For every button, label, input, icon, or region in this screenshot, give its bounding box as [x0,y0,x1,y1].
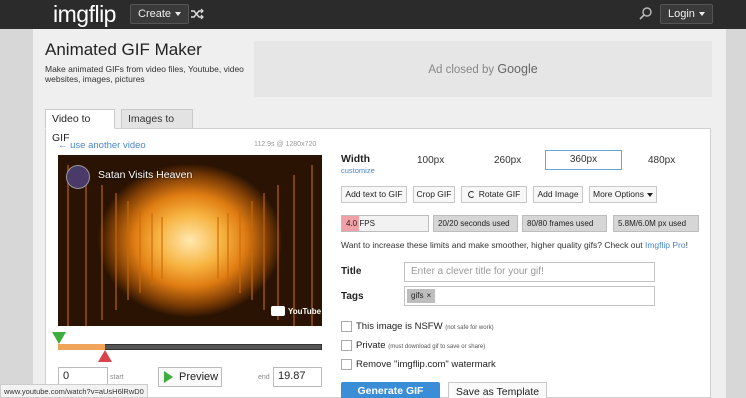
width-option-260[interactable]: 260px [494,155,521,166]
crop-button[interactable]: Crop GIF [413,186,455,203]
create-label: Create [138,8,172,20]
rotate-icon [467,191,475,198]
chevron-down-icon [698,12,705,17]
size-meter: 5.8M/6.0M px used [613,215,699,232]
nsfw-note: (not safe for work) [445,325,494,331]
video-meta: 112.9s @ 1280x720 [254,141,317,148]
browser-status-url: www.youtube.com/watch?v=aUsH6lRwD0 [0,384,148,398]
fps-label: 4.0 FPS [346,219,375,228]
add-text-button[interactable]: Add text to GIF [341,186,407,203]
imgflip-pro-link[interactable]: Imgflip Pro [645,240,686,250]
video-player[interactable]: Satan Visits Heaven YouTube [58,155,322,326]
end-marker-handle[interactable] [98,350,112,362]
tag-chip: gifs × [407,289,436,303]
tab-images-to-gif[interactable]: Images to GIF [121,109,193,144]
upsell-text: Want to increase these limits and make s… [341,240,688,250]
upsell-body: Want to increase these limits and make s… [341,240,645,250]
private-label: Private (must download gif to save or sh… [356,340,485,351]
google-label: Google [497,62,538,76]
customize-width-link[interactable]: customize [341,166,375,175]
play-icon [164,371,173,383]
watermark-label: Remove "imgflip.com" watermark [356,359,496,370]
login-button[interactable]: Login [660,4,713,24]
shuffle-icon[interactable] [190,7,204,21]
more-options-button[interactable]: More Options [589,186,657,203]
imgflip-logo[interactable]: imgflip [53,2,116,26]
rotate-button[interactable]: Rotate GIF [461,186,527,203]
ad-closed-text: Ad closed by [428,64,498,76]
ad-placeholder: Ad closed by Google [254,41,712,97]
end-label: end [258,374,270,381]
width-option-100[interactable]: 100px [417,155,444,166]
start-marker-handle[interactable] [52,332,66,344]
search-icon[interactable] [638,6,654,22]
watermark-checkbox[interactable] [341,359,352,370]
chevron-down-icon [647,192,654,197]
fps-meter[interactable]: 4.0 FPS [341,215,429,232]
more-options-label: More Options [592,189,645,199]
channel-avatar[interactable] [66,165,90,189]
tab-video-to-gif[interactable]: Video to GIF [45,109,115,144]
private-text: Private [356,340,386,351]
save-as-template-button[interactable]: Save as Template [448,382,547,398]
generate-gif-button[interactable]: Generate GIF [341,382,440,398]
logo-part-flip: flip [88,1,117,27]
upsell-end: ! [685,240,688,250]
tags-input[interactable] [404,286,655,306]
page-title: Animated GIF Maker [45,40,202,59]
nsfw-text: This image is NSFW [356,321,443,332]
width-option-360[interactable]: 360px [545,150,622,170]
nsfw-label: This image is NSFW (not safe for work) [356,321,494,332]
frames-meter: 80/80 frames used [522,215,607,232]
start-label: start [110,374,124,381]
youtube-label[interactable]: YouTube [288,307,321,316]
logo-part-img: img [53,1,89,27]
use-another-video-link[interactable]: ← use another video [58,140,146,151]
width-option-480[interactable]: 480px [648,155,675,166]
add-image-button[interactable]: Add Image [533,186,583,203]
private-checkbox[interactable] [341,340,352,351]
title-input[interactable]: Enter a clever title for your gif! [404,262,655,282]
page-subtitle: Make animated GIFs from video files, You… [45,64,244,84]
private-note: (must download gif to save or share) [388,344,486,350]
tag-remove-icon[interactable]: × [426,291,431,300]
tags-label: Tags [341,291,364,302]
nsfw-checkbox[interactable] [341,321,352,332]
rotate-label: Rotate GIF [478,189,521,199]
tag-chip-label: gifs [411,291,424,300]
login-label: Login [668,8,695,20]
title-label: Title [341,266,362,277]
width-label: Width [341,153,371,165]
create-menu-button[interactable]: Create [130,4,190,24]
end-time-input[interactable]: 19.87 [273,367,322,387]
chevron-down-icon [175,12,182,17]
top-nav-bar: imgflip Create Login [0,0,746,29]
youtube-logo-icon [271,306,285,316]
seconds-meter: 20/20 seconds used [433,215,518,232]
video-title[interactable]: Satan Visits Heaven [98,169,192,181]
